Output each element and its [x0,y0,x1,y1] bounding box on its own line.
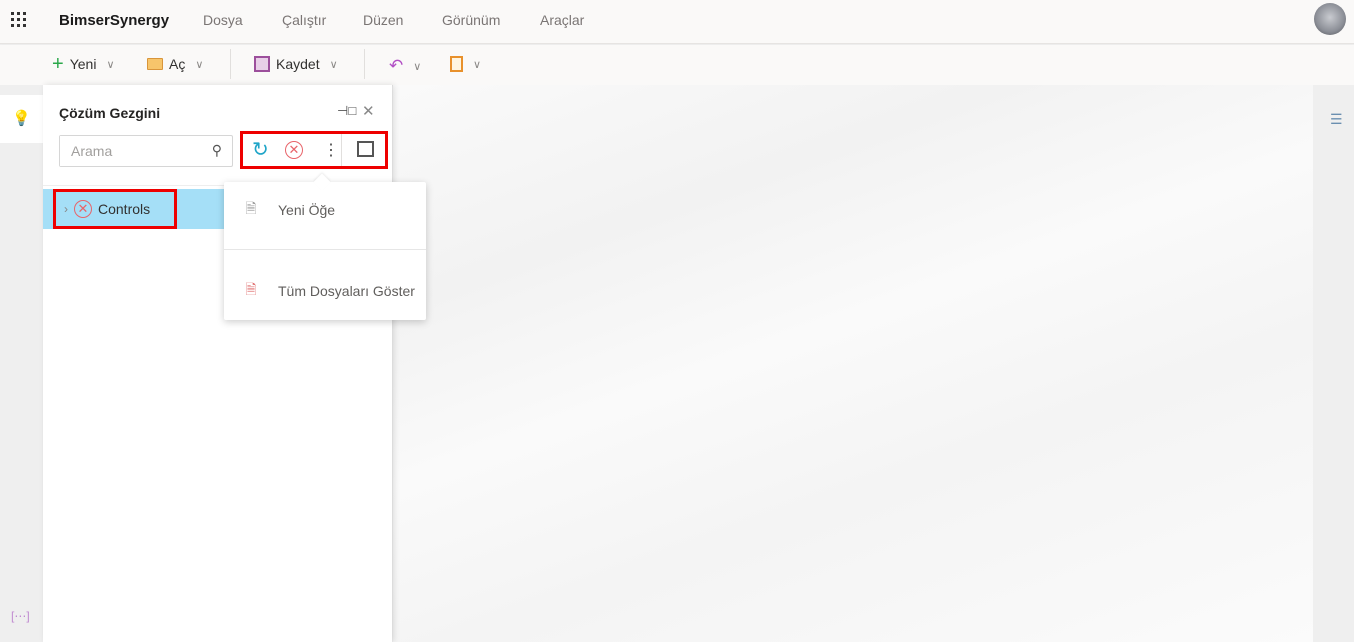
folder-icon [147,58,163,70]
undo-button[interactable]: ↶ ∨ [389,56,421,76]
menu-gorunum[interactable]: Görünüm [442,12,500,28]
open-button[interactable]: Aç ∨ [147,56,203,72]
menu-item-new-item[interactable]: 🗎 Yeni Öğe [224,190,426,230]
search-icon[interactable]: ⚲ [212,142,222,159]
right-rail: ☰ [1313,85,1354,642]
menu-item-show-all-files[interactable]: 🗎 Tüm Dosyaları Göster [224,271,426,311]
undo-icon: ↶ [389,56,404,75]
divider [364,49,365,79]
chevron-down-icon: ∨ [195,58,204,71]
refresh-icon[interactable]: ↻ [252,137,269,162]
pin-icon[interactable]: ⊣□ [337,103,356,119]
chevron-down-icon: ∨ [106,58,115,71]
chevron-down-icon: ∨ [473,58,482,71]
app-launcher-icon[interactable] [11,12,27,28]
properties-list-icon[interactable]: ☰ [1330,111,1343,128]
panel-title: Çözüm Gezgini [59,105,161,121]
app-title: BimserSynergy [59,12,170,29]
plus-icon: + [52,53,64,75]
solution-explorer-panel: Çözüm Gezgini ⊣□ ✕ ⚲ ↻ ✕ ⋮ › ✕ Controls [43,85,392,642]
divider [230,49,231,79]
clear-button[interactable]: ✕ [285,141,303,159]
collapse-all-icon[interactable] [357,141,374,157]
chevron-down-icon: ∨ [329,58,338,71]
menu-calistir[interactable]: Çalıştır [282,12,326,28]
file-delete-icon: 🗎 [245,281,257,297]
error-icon: ✕ [74,200,92,218]
solution-explorer-tab[interactable]: 💡 [0,95,43,143]
save-button[interactable]: Kaydet ∨ [254,56,338,72]
new-file-icon: 🗎 [245,200,257,216]
menu-dosya[interactable]: Dosya [203,12,243,28]
tree-item-highlight: › ✕ Controls [53,189,177,229]
more-options-menu: 🗎 Yeni Öğe 🗎 Tüm Dosyaları Göster [224,182,426,320]
workspace-canvas [393,85,1313,642]
lightbulb-search-icon: 💡 [12,110,31,127]
search-field: ⚲ [59,135,233,167]
paste-button[interactable]: ∨ [450,56,481,72]
search-input[interactable] [60,136,200,166]
more-options-icon[interactable]: ⋮ [323,140,339,160]
new-button[interactable]: + Yeni ∨ [52,53,115,75]
chevron-down-icon: ∨ [413,60,422,73]
menu-araclar[interactable]: Araçlar [540,12,584,28]
left-rail: 💡 [⋯] [0,85,43,642]
panel-actions: ↻ ✕ ⋮ [240,131,388,169]
toolbar: + Yeni ∨ Aç ∨ Kaydet ∨ ↶ ∨ ∨ [0,45,1354,85]
close-icon[interactable]: ✕ [362,102,375,120]
user-avatar[interactable] [1314,3,1346,35]
divider [224,249,426,250]
clipboard-icon [450,56,463,72]
menu-duzen[interactable]: Düzen [363,12,403,28]
top-bar: BimserSynergy Dosya Çalıştır Düzen Görün… [0,0,1354,44]
divider [341,134,342,166]
save-icon [254,56,270,72]
debug-help-icon[interactable]: [⋯] [11,609,30,623]
tree-item-label: Controls [98,201,151,217]
chevron-right-icon[interactable]: › [64,202,68,216]
